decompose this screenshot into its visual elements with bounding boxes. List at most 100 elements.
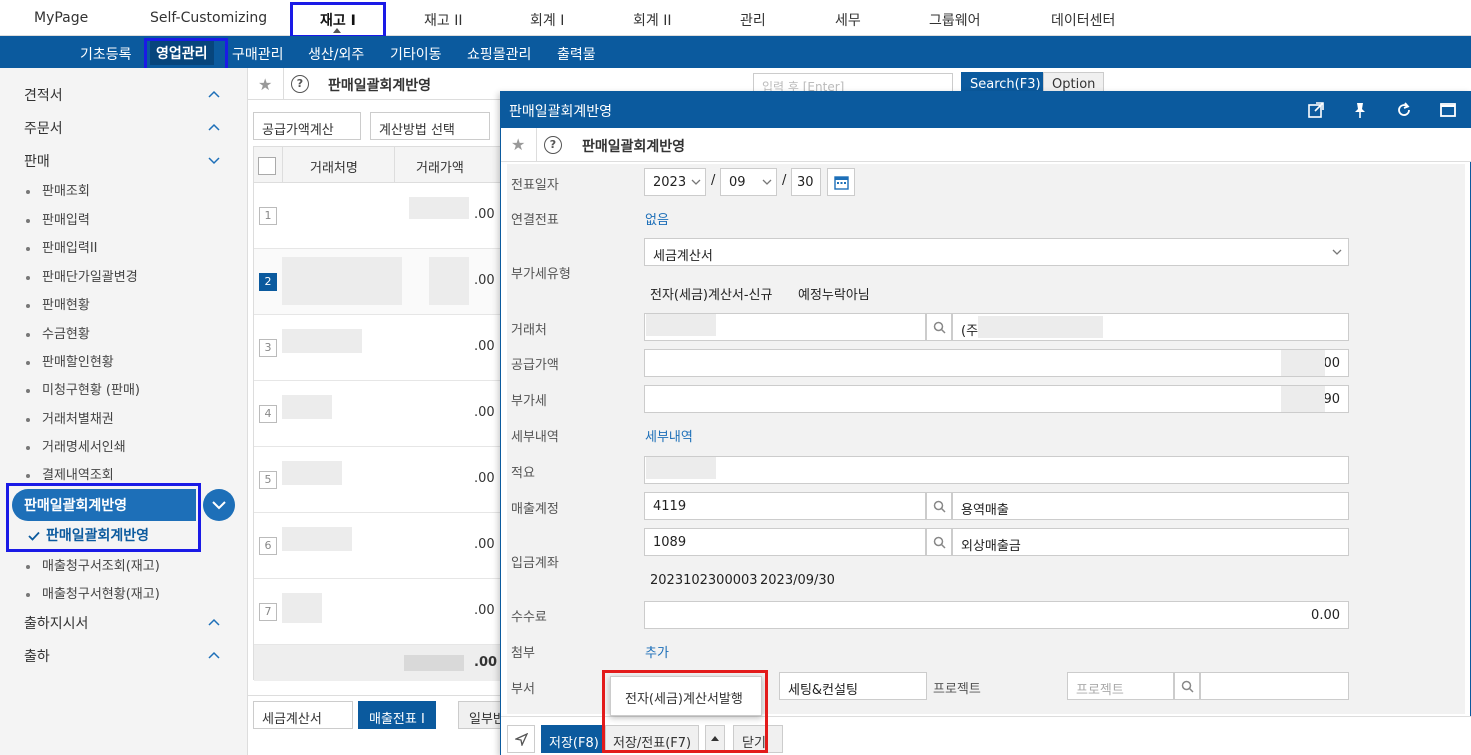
- select-value: 세금계산서: [653, 249, 713, 264]
- table-row[interactable]: 1.00: [254, 183, 504, 249]
- table-row[interactable]: 6.00: [254, 513, 504, 579]
- close-button[interactable]: 닫기: [733, 725, 783, 753]
- sidebar-item-collection-status[interactable]: 수금현황: [26, 323, 90, 342]
- save-slip-button[interactable]: 저장/전표(F7): [605, 725, 700, 753]
- help-icon[interactable]: ?: [291, 75, 309, 93]
- sales-account-search-button[interactable]: [926, 492, 952, 520]
- subnav-basic-registration[interactable]: 기초등록: [80, 44, 132, 64]
- pin-icon[interactable]: [1351, 101, 1369, 119]
- star-icon[interactable]: ★: [258, 75, 272, 94]
- sidebar-group-toggle[interactable]: [203, 489, 235, 521]
- sidebar-item-receivables[interactable]: 거래처별채권: [26, 408, 114, 427]
- sales-account-name-input[interactable]: 용역매출: [952, 492, 1349, 520]
- supply-amount-input[interactable]: .00: [644, 349, 1349, 377]
- month-select[interactable]: 09: [720, 168, 777, 196]
- sidebar-group-sales[interactable]: 판매: [24, 151, 50, 171]
- tax-detail-link[interactable]: 세부내역: [645, 426, 693, 445]
- sidebar-item-payment-inquiry[interactable]: 결제내역조회: [26, 464, 114, 483]
- star-icon[interactable]: ★: [511, 135, 525, 154]
- popout-icon[interactable]: [1307, 101, 1325, 119]
- label-department: 부서: [511, 682, 535, 697]
- chevron-down-icon: [1332, 249, 1342, 255]
- nav-accounting-2[interactable]: 회계 II: [633, 10, 671, 30]
- nav-inventory-1[interactable]: 재고 I: [320, 10, 356, 30]
- calendar-button[interactable]: [827, 168, 855, 196]
- vat-type-select[interactable]: 세금계산서: [644, 238, 1349, 266]
- day-input[interactable]: 30: [791, 168, 821, 196]
- deposit-search-button[interactable]: [926, 528, 952, 556]
- table-row[interactable]: 4.00: [254, 381, 504, 447]
- col-header-customer[interactable]: 거래처명: [310, 157, 358, 176]
- project-name-input[interactable]: [1200, 672, 1349, 700]
- chevron-down-icon[interactable]: [208, 154, 220, 166]
- select-all-checkbox[interactable]: [258, 157, 276, 175]
- nav-tax[interactable]: 세무: [835, 10, 861, 30]
- chevron-up-icon[interactable]: [208, 89, 220, 101]
- project-search-button[interactable]: [1174, 672, 1200, 700]
- sidebar-group-shipping[interactable]: 출하: [24, 646, 50, 666]
- sidebar-item-sales-inquiry[interactable]: 판매조회: [26, 180, 90, 199]
- summary-input[interactable]: [644, 456, 1349, 484]
- subnav-production[interactable]: 생산/외주: [308, 44, 364, 64]
- chevron-up-icon[interactable]: [208, 122, 220, 134]
- save-button[interactable]: 저장(F8): [541, 725, 607, 753]
- vat-input[interactable]: .90: [644, 385, 1349, 413]
- sidebar-item-unbilled-status[interactable]: 미청구현황 (판매): [26, 379, 140, 398]
- sidebar-item-discount-status[interactable]: 판매할인현황: [26, 351, 114, 370]
- nav-groupware[interactable]: 그룹웨어: [929, 10, 981, 30]
- subnav-purchase-management[interactable]: 구매관리: [232, 44, 284, 64]
- calc-method-select[interactable]: 계산방법 선택: [370, 112, 490, 140]
- sales-account-code-input[interactable]: 4119: [644, 492, 926, 520]
- save-slip-dropdown-button[interactable]: [705, 725, 725, 753]
- row-number: 7: [259, 603, 277, 621]
- customer-search-button[interactable]: [926, 313, 952, 341]
- sales-slip-button[interactable]: 매출전표 I: [358, 701, 436, 729]
- sidebar-group-quotation[interactable]: 견적서: [24, 85, 63, 105]
- nav-management[interactable]: 관리: [740, 10, 766, 30]
- col-header-amount[interactable]: 거래가액: [416, 157, 464, 176]
- nav-mypage[interactable]: MyPage: [34, 10, 88, 26]
- year-select[interactable]: 2023: [644, 168, 706, 196]
- deposit-code-input[interactable]: 1089: [644, 528, 926, 556]
- supply-calc-select[interactable]: 공급가액계산: [253, 112, 361, 140]
- linked-slip-link[interactable]: 없음: [645, 209, 669, 228]
- subnav-printouts[interactable]: 출력물: [557, 44, 596, 64]
- sidebar-group-shipping-order[interactable]: 출하지시서: [24, 613, 88, 633]
- table-row[interactable]: 2.00: [254, 249, 504, 315]
- table-row[interactable]: 5.00: [254, 447, 504, 513]
- tax-invoice-select[interactable]: 세금계산서: [253, 701, 353, 729]
- attach-add-link[interactable]: 추가: [645, 642, 669, 661]
- subnav-other-movement[interactable]: 기타이동: [390, 44, 442, 64]
- chevron-up-icon[interactable]: [208, 617, 220, 629]
- chevron-up-icon[interactable]: [208, 650, 220, 662]
- project-code-input[interactable]: 프로젝트: [1067, 672, 1174, 700]
- sidebar-item-statement-print[interactable]: 거래명세서인쇄: [26, 436, 126, 455]
- table-row[interactable]: 3.00: [254, 315, 504, 381]
- nav-inventory-2[interactable]: 재고 II: [424, 10, 462, 30]
- customer-name-input[interactable]: (주: [952, 313, 1349, 341]
- sidebar-group-bulk-accounting[interactable]: 판매일괄회계반영: [12, 489, 196, 521]
- deposit-name-input[interactable]: 외상매출금: [952, 528, 1349, 556]
- nav-self-customizing[interactable]: Self-Customizing: [150, 10, 267, 26]
- fee-input[interactable]: 0.00: [644, 601, 1349, 629]
- table-row[interactable]: 7.00: [254, 579, 504, 645]
- sidebar-item-bulk-price-change[interactable]: 판매단가일괄변경: [26, 266, 138, 285]
- sidebar-item-bill-status[interactable]: 매출청구서현황(재고): [26, 583, 160, 602]
- nav-accounting-1[interactable]: 회계 I: [530, 10, 564, 30]
- customer-code-input[interactable]: [644, 313, 926, 341]
- department-name-input[interactable]: 세팅&컨설팅: [779, 672, 927, 700]
- maximize-icon[interactable]: [1439, 101, 1457, 119]
- sidebar-item-sales-input-2[interactable]: 판매입력II: [26, 237, 98, 256]
- issue-tax-invoice-menu-item[interactable]: 전자(세금)계산서발행: [610, 676, 762, 716]
- refresh-icon[interactable]: [1395, 101, 1413, 119]
- sidebar-item-sales-status[interactable]: 판매현황: [26, 294, 90, 313]
- subnav-sales-management[interactable]: 영업관리: [150, 41, 214, 65]
- nav-data-center[interactable]: 데이터센터: [1051, 10, 1115, 30]
- sidebar-item-sales-input[interactable]: 판매입력: [26, 209, 90, 228]
- sidebar-item-bill-inquiry[interactable]: 매출청구서조회(재고): [26, 555, 160, 574]
- subnav-shopping-mall[interactable]: 쇼핑몰관리: [467, 44, 531, 64]
- sidebar-item-bulk-accounting[interactable]: 판매일괄회계반영: [28, 525, 149, 545]
- send-button[interactable]: [507, 725, 535, 753]
- sidebar-group-order[interactable]: 주문서: [24, 118, 63, 138]
- help-icon[interactable]: ?: [544, 136, 562, 154]
